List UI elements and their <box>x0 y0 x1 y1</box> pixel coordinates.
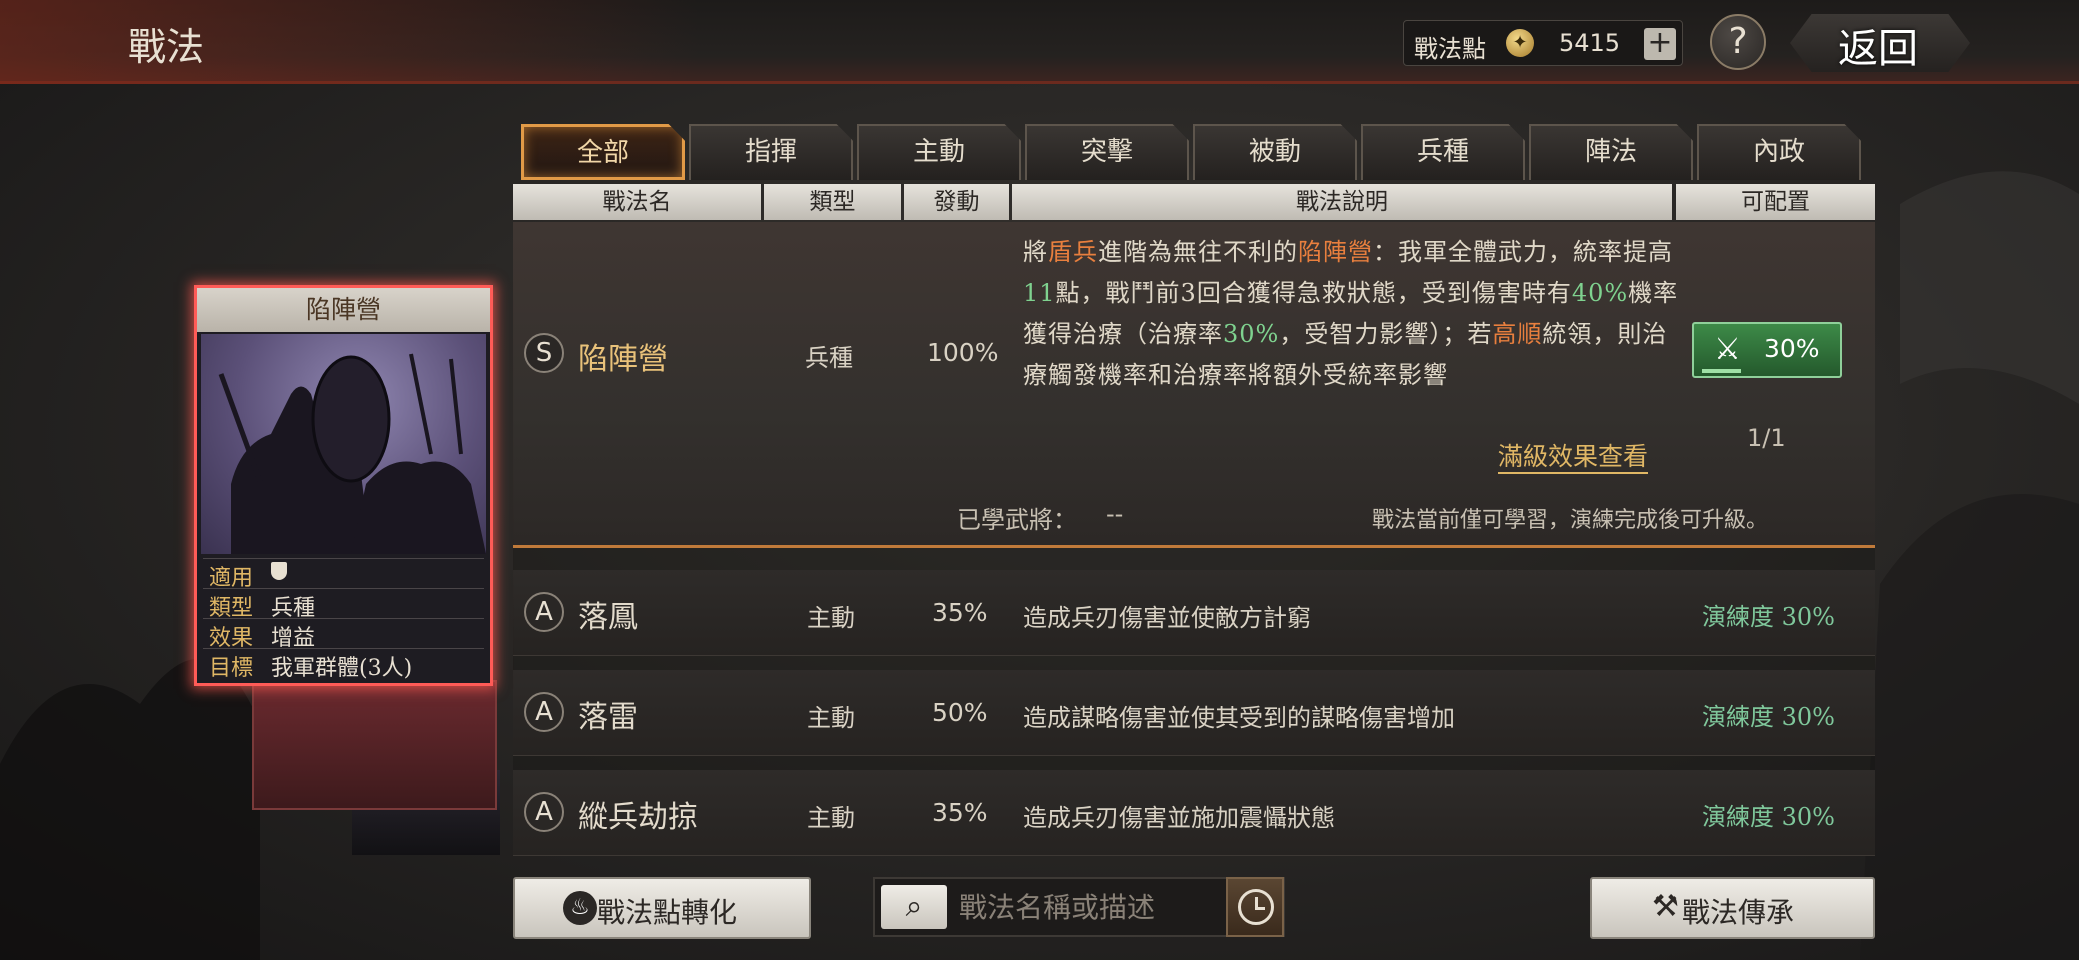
page-title: 戰法 <box>128 25 205 69</box>
tab-formation[interactable]: 陣法 <box>1529 124 1693 180</box>
clock-icon <box>1238 889 1274 925</box>
divider <box>203 648 484 649</box>
inherit-button[interactable]: ⚒ 戰法傳承 <box>1590 877 1875 939</box>
inherit-label: 戰法傳承 <box>1682 896 1795 929</box>
column-header-config[interactable]: 可配置 <box>1676 184 1875 220</box>
tactic-name: 陷陣營 <box>578 342 668 377</box>
top-bar <box>0 0 2079 84</box>
game-screen: 戰法 戰法點 ✦ 5415 + ? 返回 全部 指揮 主動 突擊 被動 兵種 陣… <box>0 0 2079 960</box>
hammer-icon: ⚒ <box>1652 889 1679 924</box>
shield-icon <box>271 562 287 580</box>
divider <box>203 588 484 589</box>
tactic-rate: 100% <box>927 338 999 367</box>
divider <box>203 558 484 559</box>
convert-points-button[interactable]: ♨ 戰法點轉化 <box>513 877 811 939</box>
help-button[interactable]: ? <box>1710 14 1766 70</box>
tab-internal[interactable]: 內政 <box>1697 124 1861 180</box>
card-stack-back <box>252 680 497 810</box>
tab-all[interactable]: 全部 <box>521 124 685 180</box>
tactic-card: 陷陣營 適用 類型 兵種 效果 增益 目標 我軍群體(3人) <box>194 285 493 686</box>
soldier-icon: ⚔ <box>1714 332 1741 367</box>
tactic-type: 主動 <box>807 604 855 632</box>
learned-generals-value: -- <box>1106 500 1124 528</box>
learn-note: 戰法當前僅可學習，演練完成後可升級。 <box>1372 508 1769 533</box>
config-percent: 30% <box>1764 334 1820 363</box>
proficiency-value: 演練度 30% <box>1702 803 1835 831</box>
tactic-description: 造成兵刃傷害並使敵方計窮 <box>1023 604 1311 632</box>
tactic-points-panel: 戰法點 ✦ 5415 + <box>1403 20 1683 66</box>
history-button[interactable] <box>1226 877 1284 937</box>
card-artwork <box>201 334 486 554</box>
search-input[interactable] <box>959 885 1189 929</box>
tab-passive[interactable]: 被動 <box>1193 124 1357 180</box>
coin-icon: ✦ <box>1506 29 1534 57</box>
tab-active[interactable]: 主動 <box>857 124 1021 180</box>
search-bar: ⌕ <box>873 877 1285 937</box>
points-value: 5415 <box>1559 29 1621 57</box>
tactic-rate: 50% <box>932 698 988 727</box>
tab-command[interactable]: 指揮 <box>689 124 853 180</box>
attr-label: 目標 <box>209 656 254 681</box>
config-progress-bar <box>1702 369 1741 373</box>
grade-badge: S <box>524 333 564 373</box>
column-header-description: 戰法說明 <box>1012 184 1672 220</box>
tactic-rate: 35% <box>932 598 988 627</box>
column-header-type[interactable]: 類型 <box>764 184 901 220</box>
tactic-type: 兵種 <box>805 344 853 372</box>
convert-label: 戰法點轉化 <box>597 896 738 929</box>
tab-troop[interactable]: 兵種 <box>1361 124 1525 180</box>
add-points-button[interactable]: + <box>1644 28 1676 60</box>
grade-badge: A <box>524 692 564 732</box>
tactic-type: 主動 <box>807 704 855 732</box>
config-count: 1/1 <box>1747 424 1786 452</box>
grade-badge: A <box>524 592 564 632</box>
tactic-description: 將盾兵進階為無往不利的陷陣營：我軍全體武力，統率提高11點，戰鬥前3回合獲得急救… <box>1023 238 1679 389</box>
config-button[interactable]: ⚔ 30% <box>1692 322 1842 378</box>
points-label: 戰法點 <box>1414 35 1486 63</box>
grade-badge: A <box>524 792 564 832</box>
search-icon[interactable]: ⌕ <box>881 885 947 929</box>
soldiers-silhouette <box>218 353 486 554</box>
tactic-type: 主動 <box>807 804 855 832</box>
full-effect-link[interactable]: 滿級效果查看 <box>1498 442 1649 474</box>
learned-generals-label: 已學武將： <box>957 506 1077 534</box>
back-label[interactable]: 返回 <box>1838 16 1918 74</box>
attr-value: 我軍群體(3人) <box>271 656 413 681</box>
flame-icon: ♨ <box>563 891 597 925</box>
tactic-name: 縱兵劫掠 <box>578 800 698 835</box>
divider <box>203 618 484 619</box>
proficiency-value: 演練度 30% <box>1702 703 1835 731</box>
tactic-rate: 35% <box>932 798 988 827</box>
card-title: 陷陣營 <box>305 295 381 324</box>
tactic-name: 落雷 <box>578 700 638 735</box>
tactic-description: 造成兵刃傷害並施加震懾狀態 <box>1023 804 1335 832</box>
proficiency-value: 演練度 30% <box>1702 603 1835 631</box>
column-header-rate[interactable]: 發動 <box>904 184 1009 220</box>
tab-assault[interactable]: 突擊 <box>1025 124 1189 180</box>
column-header-name[interactable]: 戰法名 <box>513 184 761 220</box>
tactic-name: 落鳳 <box>578 600 638 635</box>
tactic-description: 造成謀略傷害並使其受到的謀略傷害增加 <box>1023 704 1455 732</box>
